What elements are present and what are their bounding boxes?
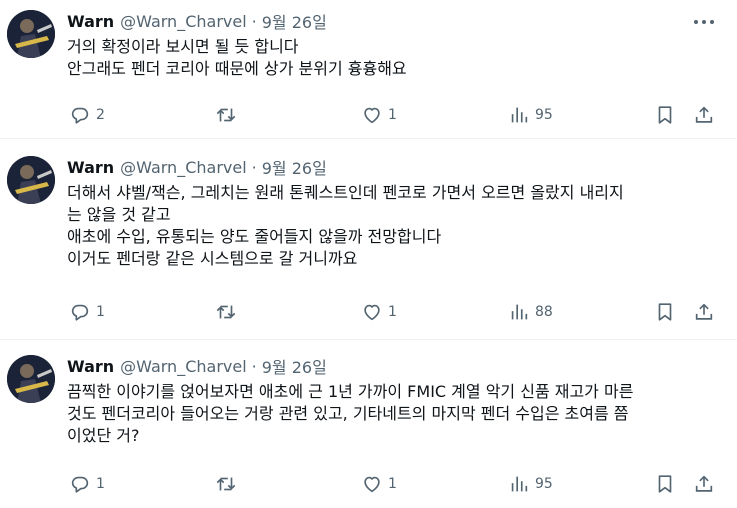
tweet-text-line: 거의 확정이라 보시면 될 듯 합니다 <box>67 37 299 56</box>
author-name[interactable]: Warn <box>67 357 114 376</box>
tweet[interactable]: Warn @Warn_Charvel · 9월 26일 거의 확정이라 보시면 … <box>0 0 737 139</box>
like-button[interactable]: 1 <box>361 300 397 324</box>
tweet-text-line: 안그래도 펜더 코리아 때문에 상가 분위기 흉흉해요 <box>67 59 407 78</box>
separator-dot: · <box>251 157 257 177</box>
share-icon <box>695 303 713 320</box>
bookmark-icon <box>658 106 672 124</box>
tweet-date[interactable]: 9월 26일 <box>262 155 327 179</box>
tweet[interactable]: Warn @Warn_Charvel · 9월 26일 끔찍한 이야기를 얹어보… <box>0 345 737 508</box>
retweet-icon <box>216 477 236 491</box>
tweet-text-line: 것도 펜더코리아 들어오는 거랑 관련 있고, 기타네트의 마지막 펜더 수입은… <box>67 404 629 423</box>
views-button[interactable]: 88 <box>508 300 553 324</box>
reply-button[interactable]: 1 <box>69 300 105 324</box>
heart-icon <box>364 304 380 321</box>
separator-dot: · <box>251 356 257 376</box>
reply-count: 2 <box>96 107 105 123</box>
tweet-text-line: 는 않을 것 같고 <box>67 205 171 224</box>
tweet-text-line: 이었단 거? <box>67 426 140 445</box>
reply-icon <box>71 107 89 124</box>
reply-count: 1 <box>96 476 105 492</box>
retweet-button[interactable] <box>215 472 237 496</box>
tweet-text-line: 애초에 수입, 유통되는 양도 줄어들지 않을까 전망합니다 <box>67 227 442 246</box>
avatar[interactable] <box>7 355 55 403</box>
avatar[interactable] <box>7 10 55 58</box>
bookmark-button[interactable] <box>654 103 676 127</box>
views-button[interactable]: 95 <box>508 103 553 127</box>
tweet-text: 거의 확정이라 보시면 될 듯 합니다 안그래도 펜더 코리아 때문에 상가 분… <box>67 36 717 80</box>
reply-icon <box>71 304 89 321</box>
retweet-button[interactable] <box>215 300 237 324</box>
tweet-text-line: 끔찍한 이야기를 얹어보자면 애초에 근 1년 가까이 FMIC 계열 악기 신… <box>67 382 634 401</box>
share-button[interactable] <box>693 103 715 127</box>
like-count: 1 <box>388 304 397 320</box>
author-name[interactable]: Warn <box>67 158 114 177</box>
reply-button[interactable]: 1 <box>69 472 105 496</box>
tweet[interactable]: Warn @Warn_Charvel · 9월 26일 더해서 샤벨/잭슨, 그… <box>0 146 737 340</box>
bookmark-button[interactable] <box>654 472 676 496</box>
tweet-text: 끔찍한 이야기를 얹어보자면 애초에 근 1년 가까이 FMIC 계열 악기 신… <box>67 381 717 447</box>
bookmark-button[interactable] <box>654 300 676 324</box>
tweet-date[interactable]: 9월 26일 <box>262 9 327 33</box>
heart-icon <box>364 476 380 493</box>
retweet-icon <box>216 305 236 319</box>
views-icon <box>511 476 528 492</box>
author-handle[interactable]: @Warn_Charvel <box>120 158 247 177</box>
bookmark-icon <box>658 303 672 321</box>
like-button[interactable]: 1 <box>361 472 397 496</box>
separator-dot: · <box>251 11 257 31</box>
tweet-date[interactable]: 9월 26일 <box>262 354 327 378</box>
share-button[interactable] <box>693 300 715 324</box>
reply-icon <box>71 476 89 493</box>
author-handle[interactable]: @Warn_Charvel <box>120 357 247 376</box>
reply-button[interactable]: 2 <box>69 103 105 127</box>
views-icon <box>511 107 528 123</box>
author-name[interactable]: Warn <box>67 12 114 31</box>
views-count: 88 <box>535 304 553 320</box>
tweet-text-line: 더해서 샤벨/잭슨, 그레치는 원래 톤퀘스트인데 펜코로 가면서 오르면 올랐… <box>67 183 624 202</box>
tweet-text-line: 이거도 펜더랑 같은 시스템으로 갈 거니까요 <box>67 249 358 268</box>
views-button[interactable]: 95 <box>508 472 553 496</box>
views-count: 95 <box>535 476 553 492</box>
action-bar: 1 1 95 <box>67 472 722 496</box>
author-handle[interactable]: @Warn_Charvel <box>120 12 247 31</box>
more-icon[interactable] <box>694 14 714 30</box>
retweet-button[interactable] <box>215 103 237 127</box>
like-count: 1 <box>388 107 397 123</box>
action-bar: 2 1 95 <box>67 103 722 127</box>
avatar[interactable] <box>7 156 55 204</box>
retweet-icon <box>216 108 236 122</box>
share-button[interactable] <box>693 472 715 496</box>
views-icon <box>511 304 528 320</box>
action-bar: 1 1 88 <box>67 300 722 324</box>
tweet-text: 더해서 샤벨/잭슨, 그레치는 원래 톤퀘스트인데 펜코로 가면서 오르면 올랐… <box>67 182 717 270</box>
reply-count: 1 <box>96 304 105 320</box>
share-icon <box>695 475 713 492</box>
share-icon <box>695 106 713 123</box>
heart-icon <box>364 107 380 124</box>
like-count: 1 <box>388 476 397 492</box>
like-button[interactable]: 1 <box>361 103 397 127</box>
views-count: 95 <box>535 107 553 123</box>
bookmark-icon <box>658 475 672 493</box>
